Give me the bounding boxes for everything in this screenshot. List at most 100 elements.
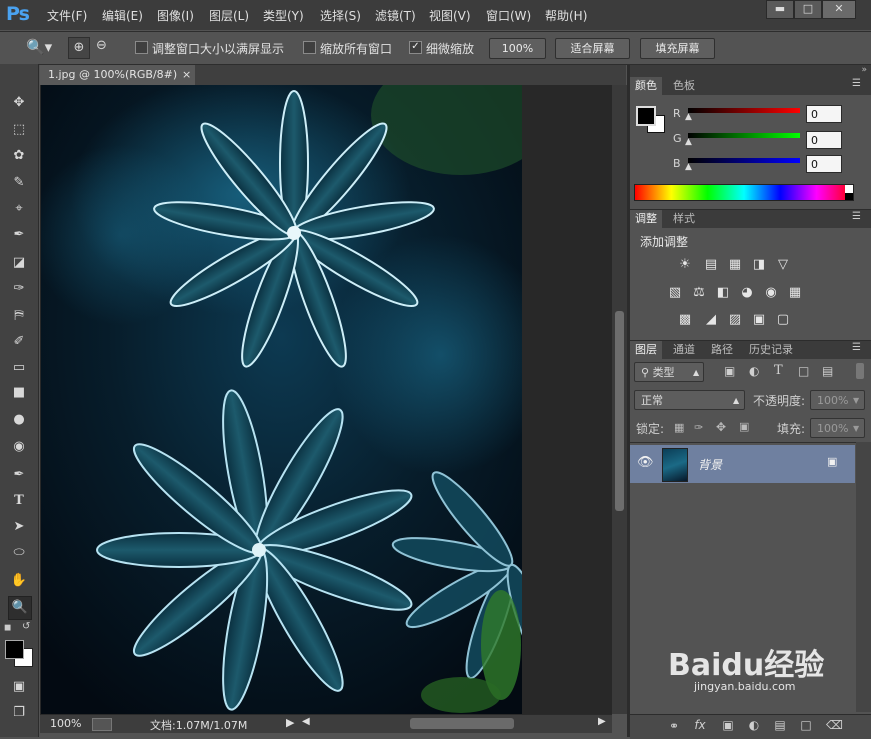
b-slider-handle-icon[interactable]: ▲ — [685, 162, 692, 172]
posterize-icon[interactable]: ◢ — [702, 312, 720, 328]
curves-icon[interactable]: ▦ — [726, 257, 744, 273]
gradient-map-icon[interactable]: ▢ — [774, 312, 792, 328]
layers-scrollbar[interactable] — [856, 442, 871, 712]
layer-row[interactable]: 👁 背景 ▣ — [630, 445, 855, 483]
vibrance-icon[interactable]: ▽ — [774, 257, 792, 273]
tab-color[interactable]: 颜色 — [630, 77, 662, 95]
blur-icon[interactable]: ● — [8, 409, 30, 431]
filter-type-icon[interactable]: T — [774, 363, 783, 378]
move-icon[interactable]: ✥ — [8, 92, 30, 114]
document-image[interactable] — [41, 85, 522, 714]
menu-filter[interactable]: 滤镜(T) — [375, 7, 416, 24]
new-group-icon[interactable]: ▤ — [772, 718, 788, 734]
brightness-icon[interactable]: ☀ — [676, 257, 694, 273]
horizontal-scroll-thumb[interactable] — [410, 718, 514, 729]
zoom-tool-preset-icon[interactable]: 🔍▾ — [26, 38, 52, 56]
brush-icon[interactable]: ✑ — [8, 278, 30, 300]
blend-mode-dropdown[interactable]: 正常 ▲ — [634, 390, 745, 410]
filter-smart-icon[interactable]: ▤ — [822, 364, 833, 378]
hue-saturation-icon[interactable]: ▧ — [666, 285, 684, 301]
tab-adjustments[interactable]: 调整 — [630, 210, 662, 228]
tab-swatches[interactable]: 色板 — [668, 77, 700, 95]
adjust-panel-menu-icon[interactable]: ☰ — [852, 211, 861, 222]
zoom-in-icon[interactable]: ⊕ — [68, 37, 90, 59]
tab-history[interactable]: 历史记录 — [744, 341, 798, 359]
r-value-input[interactable]: 0 — [806, 105, 842, 123]
scrubby-zoom-checkbox[interactable]: ✓ — [409, 41, 422, 54]
menu-help[interactable]: 帮助(H) — [545, 7, 587, 24]
layer-style-icon[interactable]: fx — [692, 718, 708, 734]
black-white-icon[interactable]: ◧ — [714, 285, 732, 301]
menu-file[interactable]: 文件(F) — [47, 7, 87, 24]
fit-screen-button[interactable]: 适合屏幕 — [555, 38, 630, 59]
pen-icon[interactable]: ✒ — [8, 464, 30, 486]
b-slider[interactable] — [688, 158, 800, 163]
selective-color-icon[interactable]: ▣ — [750, 312, 768, 328]
menu-image[interactable]: 图像(I) — [157, 7, 194, 24]
menu-select[interactable]: 选择(S) — [320, 7, 361, 24]
scroll-left-icon[interactable]: ◀ — [302, 716, 310, 727]
lasso-icon[interactable]: ✿ — [8, 145, 30, 167]
eyedropper-icon[interactable]: ✒ — [8, 224, 30, 246]
tab-paths[interactable]: 路径 — [706, 341, 738, 359]
tab-layers[interactable]: 图层 — [630, 341, 662, 359]
delete-layer-icon[interactable]: ⌫ — [826, 718, 843, 734]
screen-mode-icon[interactable]: ❐ — [8, 702, 30, 724]
channel-mixer-icon[interactable]: ◉ — [762, 285, 780, 301]
opacity-input[interactable]: 100% ▼ — [810, 390, 865, 410]
filter-adjust-icon[interactable]: ◐ — [749, 364, 759, 378]
color-balance-icon[interactable]: ⚖ — [690, 285, 708, 301]
r-slider-handle-icon[interactable]: ▲ — [685, 112, 692, 122]
eraser-icon[interactable]: ▭ — [8, 357, 30, 379]
zoom-icon[interactable]: 🔍 — [8, 596, 32, 620]
fill-input[interactable]: 100% ▼ — [810, 418, 865, 438]
layer-visibility-eye-icon[interactable]: 👁 — [637, 455, 654, 470]
photo-filter-icon[interactable]: ◕ — [738, 285, 756, 301]
path-select-icon[interactable]: ➤ — [8, 516, 30, 538]
tab-channels[interactable]: 通道 — [668, 341, 700, 359]
g-slider-handle-icon[interactable]: ▲ — [685, 137, 692, 147]
layers-panel-menu-icon[interactable]: ☰ — [852, 342, 861, 353]
b-value-input[interactable]: 0 — [806, 155, 842, 173]
foreground-color-swatch[interactable] — [5, 640, 24, 659]
zoom-all-checkbox[interactable] — [303, 41, 316, 54]
maximize-button[interactable]: □ — [794, 0, 822, 19]
invert-icon[interactable]: ▩ — [676, 312, 694, 328]
gradient-icon[interactable]: ■ — [8, 382, 30, 404]
new-adjustment-icon[interactable]: ◐ — [746, 718, 762, 734]
menu-edit[interactable]: 编辑(E) — [102, 7, 143, 24]
lock-transparent-icon[interactable]: ▦ — [674, 421, 684, 434]
history-brush-icon[interactable]: ✐ — [8, 331, 30, 353]
dodge-icon[interactable]: ◉ — [8, 436, 30, 458]
levels-icon[interactable]: ▤ — [702, 257, 720, 273]
ellipse-icon[interactable]: ⬭ — [8, 542, 30, 564]
zoom-out-icon[interactable]: ⊖ — [96, 38, 107, 53]
g-value-input[interactable]: 0 — [806, 131, 842, 149]
close-tab-icon[interactable]: × — [182, 65, 191, 85]
tab-styles[interactable]: 样式 — [668, 210, 700, 228]
spectrum-black[interactable] — [845, 193, 853, 200]
menu-view[interactable]: 视图(V) — [429, 7, 471, 24]
type-icon[interactable]: T — [8, 490, 30, 512]
hand-icon[interactable]: ✋ — [8, 570, 30, 592]
menu-type[interactable]: 类型(Y) — [263, 7, 304, 24]
new-layer-icon[interactable]: □ — [798, 718, 814, 734]
quick-select-icon[interactable]: ✎ — [8, 172, 30, 194]
close-button[interactable]: ✕ — [822, 0, 856, 19]
exposure-icon[interactable]: ◨ — [750, 257, 768, 273]
spectrum-white[interactable] — [845, 185, 853, 193]
lock-all-icon[interactable]: ▣ — [739, 420, 749, 433]
menu-layer[interactable]: 图层(L) — [209, 7, 249, 24]
healing-icon[interactable]: ◪ — [8, 252, 30, 274]
link-layers-icon[interactable]: ⚭ — [666, 719, 682, 735]
layer-filter-dropdown[interactable]: ⚲ 类型 ▲ — [634, 362, 704, 382]
lock-pixels-icon[interactable]: ✑ — [694, 421, 703, 434]
scroll-right-icon[interactable]: ▶ — [598, 716, 606, 727]
quick-mask-icon[interactable]: ▣ — [8, 676, 30, 698]
status-menu-arrow-icon[interactable]: ▶ — [286, 716, 294, 729]
g-slider[interactable] — [688, 133, 800, 138]
fill-screen-button[interactable]: 填充屏幕 — [640, 38, 715, 59]
panel-collapse-icon[interactable]: » — [630, 65, 871, 77]
threshold-icon[interactable]: ▨ — [726, 312, 744, 328]
stamp-icon[interactable]: ⛿ — [8, 305, 30, 327]
